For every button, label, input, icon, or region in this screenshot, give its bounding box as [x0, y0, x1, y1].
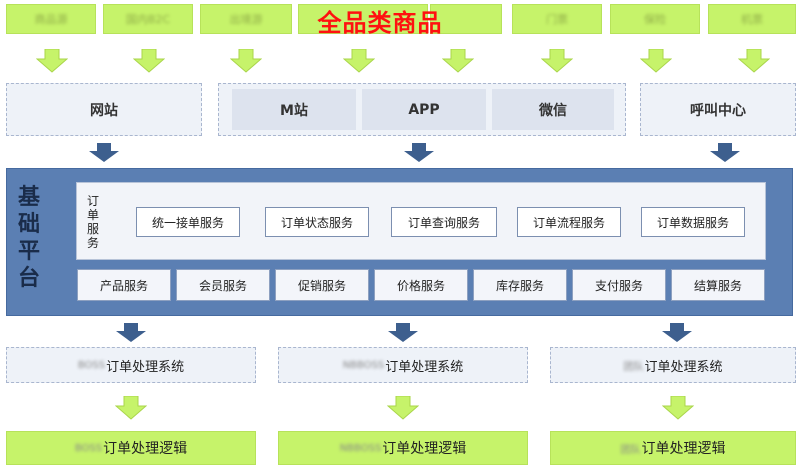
- down-arrow-icon: [89, 143, 119, 163]
- down-arrow-icon: [541, 49, 573, 73]
- order-system-3: 团队 订单处理系统: [550, 347, 796, 383]
- order-service-flow: 订单流程服务: [517, 207, 621, 237]
- blurred-system-name: BOSS: [74, 442, 103, 454]
- order-logic-label: 订单处理逻辑: [382, 441, 467, 457]
- order-system-2: NBBOSS 订单处理系统: [278, 347, 528, 383]
- category-label: 保险: [644, 13, 666, 26]
- channel-wechat: 微信: [492, 89, 614, 130]
- category-label: 商品源: [34, 13, 68, 26]
- down-arrow-icon: [442, 49, 474, 73]
- category-box-6: 保险: [610, 4, 700, 34]
- order-service-data: 订单数据服务: [641, 207, 745, 237]
- down-arrow-icon: [662, 396, 694, 420]
- channel-label: 微信: [539, 102, 567, 119]
- category-box-2: 国内B2C: [103, 4, 193, 34]
- blurred-system-name: 团队: [620, 444, 641, 456]
- platform-label: 基础平台: [17, 185, 40, 291]
- down-arrow-icon: [404, 143, 434, 163]
- service-member: 会员服务: [176, 269, 270, 301]
- service-inventory: 库存服务: [473, 269, 567, 301]
- diagram-title: 全品类商品: [317, 8, 443, 37]
- down-arrow-icon: [36, 49, 68, 73]
- order-service-query: 订单查询服务: [391, 207, 497, 237]
- category-box-3: 出境游: [200, 4, 292, 34]
- channel-label: M站: [280, 102, 308, 119]
- category-label: 国内B2C: [125, 13, 171, 26]
- category-label: 机票: [741, 13, 763, 26]
- down-arrow-icon: [662, 323, 692, 343]
- down-arrow-icon: [640, 49, 672, 73]
- service-promotion: 促销服务: [275, 269, 369, 301]
- blurred-system-name: BOSS: [77, 359, 106, 371]
- down-arrow-icon: [115, 396, 147, 420]
- channel-mobile-site: M站: [232, 89, 356, 130]
- order-logic-label: 订单处理逻辑: [641, 441, 726, 457]
- channel-app: APP: [362, 89, 486, 130]
- order-system-label: 订单处理系统: [644, 359, 723, 375]
- order-system-label: 订单处理系统: [106, 359, 185, 375]
- order-service-unified-intake: 统一接单服务: [136, 207, 240, 237]
- order-system-1: BOSS 订单处理系统: [6, 347, 256, 383]
- blurred-system-name: 团队: [623, 361, 644, 373]
- blurred-system-name: NBBOSS: [339, 442, 382, 454]
- service-product: 产品服务: [77, 269, 171, 301]
- category-box-7: 机票: [708, 4, 796, 34]
- channel-label: 呼叫中心: [690, 102, 746, 119]
- channel-label: APP: [408, 101, 440, 118]
- order-logic-label: 订单处理逻辑: [103, 441, 188, 457]
- down-arrow-icon: [738, 49, 770, 73]
- order-system-label: 订单处理系统: [385, 359, 464, 375]
- blurred-system-name: NBBOSS: [342, 359, 385, 371]
- channel-label: 网站: [90, 102, 118, 119]
- service-payment: 支付服务: [572, 269, 666, 301]
- category-label: 出境游: [229, 13, 263, 26]
- service-settlement: 结算服务: [671, 269, 765, 301]
- category-label: 门票: [546, 13, 568, 26]
- order-services-label: 订单服务: [86, 194, 99, 250]
- channel-website: 网站: [6, 83, 202, 136]
- order-logic-2: NBBOSS 订单处理逻辑: [278, 431, 528, 465]
- down-arrow-icon: [116, 323, 146, 343]
- down-arrow-icon: [230, 49, 262, 73]
- down-arrow-icon: [133, 49, 165, 73]
- category-box-1: 商品源: [6, 4, 96, 34]
- service-price: 价格服务: [374, 269, 468, 301]
- order-logic-1: BOSS 订单处理逻辑: [6, 431, 256, 465]
- order-logic-3: 团队 订单处理逻辑: [550, 431, 796, 465]
- down-arrow-icon: [343, 49, 375, 73]
- down-arrow-icon: [710, 143, 740, 163]
- channel-call-center: 呼叫中心: [640, 83, 796, 136]
- order-service-status: 订单状态服务: [265, 207, 369, 237]
- category-box-5: 门票: [512, 4, 602, 34]
- down-arrow-icon: [388, 323, 418, 343]
- down-arrow-icon: [387, 396, 419, 420]
